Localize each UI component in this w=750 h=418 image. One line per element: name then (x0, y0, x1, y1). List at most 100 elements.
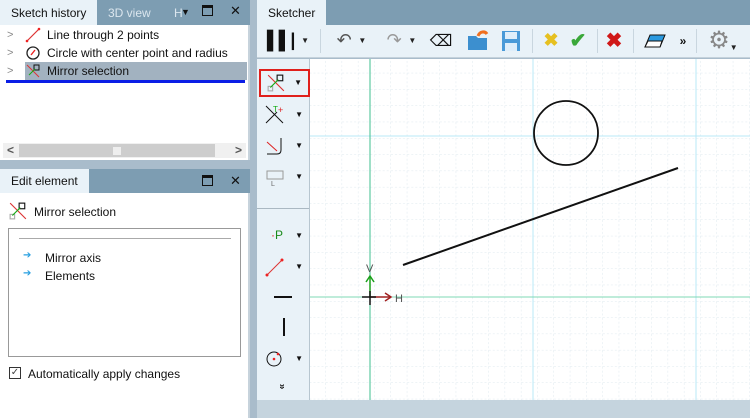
expand-chevron-icon[interactable]: > (7, 29, 13, 41)
open-button[interactable] (464, 25, 492, 56)
edit-panel-tabbar: Edit element ✕ (0, 169, 250, 193)
expand-chevron-icon[interactable]: > (7, 47, 13, 59)
tab-list-dropdown-icon[interactable]: ▼ (181, 7, 190, 17)
param-label: Mirror axis (45, 251, 101, 265)
sketcher-toolbar: ▌▌| ▼ ↶ ▼ ↷ ▼ ⌫ ✖ ✔ ✖ » ⚙ ▼ (257, 25, 750, 58)
tab-edit-element[interactable]: Edit element (0, 169, 89, 193)
dimension-tool-button[interactable]: L ▼ (257, 163, 309, 191)
status-bar (257, 400, 750, 418)
auto-apply-label: Automatically apply changes (28, 367, 181, 381)
edit-element-panel: Mirror selection ➔ Mirror axis ➔ Element… (0, 193, 250, 418)
v-axis-label: V (366, 263, 374, 275)
tab-sketch-history[interactable]: Sketch history (0, 0, 97, 25)
more-tools-button[interactable]: » (675, 25, 691, 56)
close-icon[interactable]: ✕ (230, 173, 241, 189)
circle-icon (26, 46, 40, 60)
param-elements[interactable]: ➔ Elements (23, 268, 223, 285)
dropdown-arrow-icon[interactable]: ▼ (295, 231, 303, 240)
select-arrow-icon: ➔ (23, 268, 32, 279)
history-item[interactable]: > Circle with center point and radius (0, 44, 248, 62)
close-icon[interactable]: ✕ (230, 3, 241, 19)
line-icon (25, 27, 41, 43)
scroll-left-button[interactable]: < (7, 143, 14, 157)
scroll-right-button[interactable]: > (235, 143, 242, 157)
dropdown-arrow-icon[interactable]: ▼ (301, 36, 309, 45)
tab-3d-view[interactable]: 3D view (97, 0, 172, 25)
scrollbar-thumb[interactable] (113, 147, 121, 155)
dropdown-arrow-icon[interactable]: ▼ (295, 172, 303, 181)
vertical-line-icon (283, 318, 285, 336)
insert-marker (6, 80, 245, 83)
scrollbar-track[interactable] (19, 144, 215, 157)
tab-label: Sketch history (11, 5, 87, 20)
tab-sketcher[interactable]: Sketcher (257, 0, 326, 25)
horizontal-line-icon (274, 296, 292, 298)
maximize-icon[interactable] (202, 5, 213, 16)
gear-icon: ⚙ (708, 27, 730, 54)
dropdown-arrow-icon[interactable]: ▼ (295, 110, 303, 119)
dimension-icon: L (266, 170, 284, 187)
maximize-icon[interactable] (202, 175, 213, 186)
svg-text:+: + (278, 105, 283, 115)
dropdown-arrow-icon[interactable]: ▼ (730, 43, 738, 52)
vertical-line-button[interactable] (257, 314, 309, 342)
tab-label: Sketcher (268, 5, 316, 20)
h-axis-label: H (395, 293, 403, 305)
accept-button[interactable]: ✔ (564, 25, 592, 56)
save-icon (502, 30, 520, 51)
mirror-tool-button[interactable]: ▼ (259, 69, 310, 97)
cancel-button[interactable]: ✖ (600, 25, 628, 56)
settings-button[interactable]: ⚙ ▼ (703, 25, 743, 56)
horizontal-line-button[interactable] (257, 283, 309, 311)
sketcher-tabbar: Sketcher (257, 0, 750, 25)
fillet-icon (266, 138, 282, 155)
mirror-icon (9, 202, 27, 220)
columns-icon: ▌▌| (266, 30, 296, 50)
dropdown-arrow-icon[interactable]: ▼ (295, 141, 303, 150)
history-item-label: Line through 2 points (47, 28, 160, 42)
trim-tool-button[interactable]: T + ▼ (257, 101, 309, 129)
history-item[interactable]: > Line through 2 points (0, 26, 248, 44)
sketch-history-list: > Line through 2 points > Circle with ce… (0, 25, 250, 160)
dropdown-arrow-icon[interactable]: ▼ (294, 78, 302, 87)
tab-label: 3D view (108, 5, 151, 20)
save-button[interactable] (497, 25, 525, 56)
sketch-tools-toolbar: ▼ T + ▼ ▼ L ▼ ·P ▼ ▼ ▼ » (257, 59, 310, 400)
svg-text:L: L (271, 181, 275, 187)
dropdown-arrow-icon[interactable]: ▼ (295, 262, 303, 271)
expand-chevron-icon[interactable]: > (7, 65, 13, 77)
redo-button[interactable]: ↷ ▼ (379, 25, 424, 56)
dropdown-arrow-icon[interactable]: ▼ (408, 36, 416, 45)
mirror-icon (267, 74, 285, 92)
eraser-button[interactable] (640, 25, 670, 56)
param-mirror-axis[interactable]: ➔ Mirror axis (23, 250, 223, 267)
mirror-icon (26, 64, 40, 78)
select-arrow-icon: ➔ (23, 250, 32, 261)
auto-apply-checkbox[interactable]: ✓ (9, 367, 21, 379)
history-item-label: Circle with center point and radius (47, 46, 228, 60)
point-tool-button[interactable]: ·P ▼ (257, 222, 309, 250)
minor-grid (310, 59, 750, 400)
yellow-x-icon: ✖ (543, 30, 559, 50)
point-icon: ·P (271, 228, 284, 242)
expand-toolbar-button[interactable]: » (276, 384, 287, 390)
horizontal-scrollbar[interactable]: < > (3, 143, 246, 158)
fillet-tool-button[interactable]: ▼ (257, 132, 309, 160)
dropdown-arrow-icon[interactable]: ▼ (295, 354, 303, 363)
delete-button[interactable]: ⌫ (427, 25, 455, 56)
sketch-canvas[interactable]: V H (310, 59, 750, 400)
red-x-icon: ✖ (605, 30, 623, 52)
dropdown-arrow-icon[interactable]: ▼ (358, 36, 366, 45)
discard-button[interactable]: ✖ (537, 25, 565, 56)
backspace-icon: ⌫ (429, 32, 453, 50)
divider (19, 238, 231, 239)
undo-button[interactable]: ↶ ▼ (329, 25, 374, 56)
layout-button[interactable]: ▌▌| ▼ (263, 25, 313, 56)
circle-tool-button[interactable]: ▼ (257, 345, 309, 373)
history-item-label: Mirror selection (47, 64, 130, 78)
line-tool-button[interactable]: ▼ (257, 253, 309, 281)
eraser-icon (644, 34, 666, 47)
parameter-list: ➔ Mirror axis ➔ Elements (8, 228, 241, 357)
history-item-selected[interactable]: > Mirror selection (0, 62, 248, 80)
checkmark-icon: ✔ (569, 30, 587, 52)
